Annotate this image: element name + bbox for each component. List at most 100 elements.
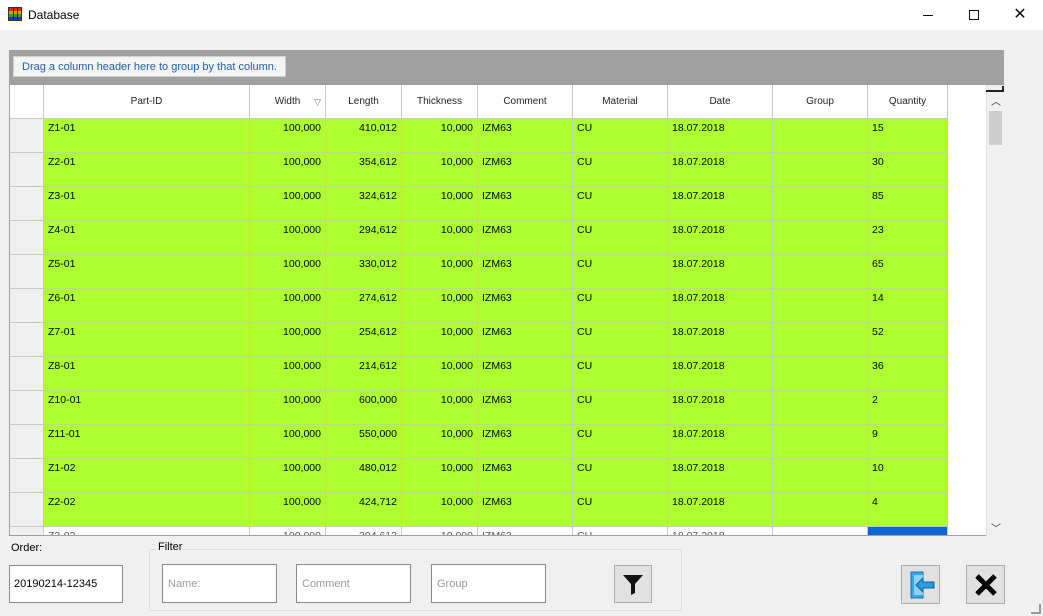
cell-group[interactable] — [773, 323, 868, 357]
row-selector[interactable] — [10, 493, 44, 527]
cell-part-id[interactable]: Z6-01 — [44, 289, 250, 323]
import-button[interactable] — [901, 565, 940, 604]
cell-material[interactable]: CU — [573, 357, 668, 391]
cell-width[interactable]: 100,000 — [250, 323, 326, 357]
table-row[interactable]: Z1-02 100,000 480,012 10,000 IZM63 CU 18.07.20… — [10, 459, 948, 493]
column-header-material[interactable]: Material — [573, 85, 668, 119]
table-row[interactable]: Z11-01 100,000 550,000 10,000 IZM63 CU 18.07.2… — [10, 425, 948, 459]
cell-group[interactable] — [773, 527, 868, 535]
cell-comment[interactable]: IZM63 — [478, 323, 573, 357]
cell-width[interactable]: 100,000 — [250, 425, 326, 459]
cell-date[interactable]: 18.07.2018 — [668, 289, 773, 323]
cell-part-id[interactable]: Z4-01 — [44, 221, 250, 255]
row-selector[interactable] — [10, 527, 44, 535]
cell-length[interactable]: 214,612 — [326, 357, 402, 391]
cell-width[interactable]: 100,000 — [250, 493, 326, 527]
column-header-group[interactable]: Group — [773, 85, 868, 119]
cell-width[interactable]: 100,000 — [250, 221, 326, 255]
cell-material[interactable]: CU — [573, 459, 668, 493]
cell-length[interactable]: 254,612 — [326, 323, 402, 357]
cell-thickness[interactable]: 10,000 — [402, 153, 478, 187]
cell-comment[interactable]: IZM63 — [478, 119, 573, 153]
cell-date[interactable]: 18.07.2018 — [668, 323, 773, 357]
row-selector[interactable] — [10, 391, 44, 425]
cell-comment[interactable]: IZM63 — [478, 255, 573, 289]
cell-width[interactable]: 100,000 — [250, 153, 326, 187]
cell-part-id[interactable]: Z2-01 — [44, 153, 250, 187]
table-row[interactable]: Z2-02 100,000 424,712 10,000 IZM63 CU 18.07.20… — [10, 493, 948, 527]
cell-comment[interactable]: IZM63 — [478, 459, 573, 493]
cell-material[interactable]: CU — [573, 255, 668, 289]
cell-part-id[interactable]: Z7-01 — [44, 323, 250, 357]
cell-part-id[interactable]: Z10-01 — [44, 391, 250, 425]
table-row[interactable]: Z3-02 100,000 394,612 10,000 IZM63 CU 18.07.20… — [10, 527, 948, 535]
scroll-up-icon[interactable]: ︿ — [987, 91, 1005, 109]
scroll-thumb[interactable] — [989, 111, 1002, 145]
cell-length[interactable]: 294,612 — [326, 221, 402, 255]
table-row[interactable]: Z10-01 100,000 600,000 10,000 IZM63 CU 18.07.2… — [10, 391, 948, 425]
cell-comment[interactable]: IZM63 — [478, 187, 573, 221]
filter-dropdown-icon[interactable]: ▽ — [314, 97, 321, 108]
comment-filter-input[interactable] — [296, 564, 411, 603]
cell-material[interactable]: CU — [573, 493, 668, 527]
cell-quantity[interactable]: 4 — [868, 493, 948, 527]
cell-thickness[interactable]: 10,000 — [402, 493, 478, 527]
scroll-down-icon[interactable]: ﹀ — [987, 518, 1005, 536]
cell-quantity[interactable]: 85 — [868, 187, 948, 221]
close-button[interactable] — [966, 565, 1005, 604]
cell-material[interactable]: CU — [573, 289, 668, 323]
cell-length[interactable]: 550,000 — [326, 425, 402, 459]
row-selector[interactable] — [10, 221, 44, 255]
cell-date[interactable]: 18.07.2018 — [668, 425, 773, 459]
cell-date[interactable]: 18.07.2018 — [668, 119, 773, 153]
cell-part-id[interactable]: Z11-01 — [44, 425, 250, 459]
apply-filter-button[interactable] — [614, 565, 652, 603]
cell-comment[interactable]: IZM63 — [478, 493, 573, 527]
parts-grid[interactable]: Part-ID Width ▽ Length Thickness Comment… — [9, 85, 1004, 536]
cell-date[interactable]: 18.07.2018 — [668, 459, 773, 493]
table-row[interactable]: Z5-01 100,000 330,012 10,000 IZM63 CU 18.07.20… — [10, 255, 948, 289]
row-selector[interactable] — [10, 289, 44, 323]
cell-date[interactable]: 18.07.2018 — [668, 255, 773, 289]
cell-material[interactable]: CU — [573, 153, 668, 187]
cell-length[interactable]: 394,612 — [326, 527, 402, 535]
cell-date[interactable]: 18.07.2018 — [668, 187, 773, 221]
row-selector[interactable] — [10, 323, 44, 357]
cell-comment[interactable]: IZM63 — [478, 527, 573, 535]
cell-thickness[interactable]: 10,000 — [402, 459, 478, 493]
cell-thickness[interactable]: 10,000 — [402, 119, 478, 153]
table-row[interactable]: Z1-01 100,000 410,012 10,000 IZM63 CU 18.07.20… — [10, 119, 948, 153]
cell-width[interactable]: 100,000 — [250, 187, 326, 221]
resize-grip[interactable] — [1031, 604, 1041, 614]
cell-thickness[interactable]: 10,000 — [402, 323, 478, 357]
cell-width[interactable]: 100,000 — [250, 357, 326, 391]
cell-comment[interactable]: IZM63 — [478, 153, 573, 187]
cell-quantity[interactable]: 9 — [868, 425, 948, 459]
cell-length[interactable]: 274,612 — [326, 289, 402, 323]
row-selector[interactable] — [10, 119, 44, 153]
row-selector[interactable] — [10, 357, 44, 391]
cell-group[interactable] — [773, 425, 868, 459]
column-header-thickness[interactable]: Thickness — [402, 85, 478, 119]
cell-thickness[interactable]: 10,000 — [402, 425, 478, 459]
column-header-comment[interactable]: Comment — [478, 85, 573, 119]
cell-date[interactable]: 18.07.2018 — [668, 153, 773, 187]
cell-material[interactable]: CU — [573, 323, 668, 357]
cell-thickness[interactable]: 10,000 — [402, 221, 478, 255]
cell-group[interactable] — [773, 119, 868, 153]
cell-thickness[interactable]: 10,000 — [402, 289, 478, 323]
cell-group[interactable] — [773, 357, 868, 391]
cell-thickness[interactable]: 10,000 — [402, 187, 478, 221]
cell-comment[interactable]: IZM63 — [478, 289, 573, 323]
column-header-quantity[interactable]: Quantity — [868, 85, 948, 119]
cell-comment[interactable]: IZM63 — [478, 357, 573, 391]
vertical-scrollbar[interactable]: ︿ ﹀ — [986, 85, 1004, 536]
cell-date[interactable]: 18.07.2018 — [668, 221, 773, 255]
cell-thickness[interactable]: 10,000 — [402, 391, 478, 425]
table-row[interactable]: Z3-01 100,000 324,612 10,000 IZM63 CU 18.07.20… — [10, 187, 948, 221]
cell-material[interactable]: CU — [573, 187, 668, 221]
cell-length[interactable]: 600,000 — [326, 391, 402, 425]
cell-part-id[interactable]: Z5-01 — [44, 255, 250, 289]
cell-thickness[interactable]: 10,000 — [402, 357, 478, 391]
cell-length[interactable]: 354,612 — [326, 153, 402, 187]
